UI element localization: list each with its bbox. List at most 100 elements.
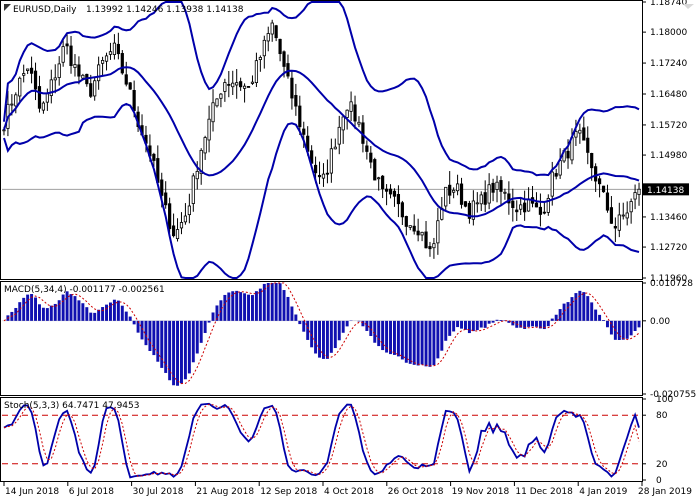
- candle-body: [542, 211, 546, 214]
- candle-body: [637, 188, 641, 195]
- candle-body: [601, 185, 606, 193]
- candle-body: [613, 225, 617, 229]
- candle-body: [219, 93, 223, 99]
- candle-body: [104, 55, 109, 62]
- candle-body: [22, 73, 26, 76]
- candle-body: [274, 25, 278, 39]
- time-tick-label: 4 Oct 2018: [324, 487, 374, 497]
- price-tick-label: 1.14980: [650, 151, 687, 161]
- candle-body: [302, 128, 306, 135]
- candle-body: [254, 60, 259, 84]
- candle-body: [558, 160, 562, 176]
- candle-body: [239, 81, 243, 88]
- time-tick-label: 4 Jan 2019: [579, 487, 627, 497]
- candle-body: [168, 203, 172, 230]
- price-tick-label: 1.18000: [650, 28, 687, 38]
- candle-body: [605, 192, 610, 211]
- candle-body: [250, 81, 255, 84]
- candle-body: [424, 231, 428, 249]
- candle-body: [519, 204, 523, 210]
- candle: [601, 185, 606, 193]
- candle-body: [483, 192, 487, 205]
- price-tick-label: 1.15720: [650, 121, 687, 131]
- candle-body: [53, 77, 57, 81]
- price-tick-label: 1.18740: [650, 0, 687, 8]
- candle-body: [345, 109, 349, 118]
- candle-body: [353, 104, 357, 122]
- candle-body: [511, 200, 515, 208]
- symbol-label: EURUSD,Daily: [13, 5, 77, 15]
- macd-tick-label: 0.00: [650, 317, 670, 327]
- candle-body: [108, 51, 113, 55]
- candle-body: [617, 214, 621, 231]
- time-tick-label: 14 Jun 2018: [5, 487, 59, 497]
- candle-body: [211, 102, 215, 123]
- candle-body: [191, 175, 195, 204]
- time-tick-label: 21 Aug 2018: [196, 487, 254, 497]
- candle-body: [227, 83, 231, 86]
- candle-body: [26, 68, 30, 71]
- candle-body: [526, 198, 531, 212]
- candle-body: [65, 43, 69, 47]
- stoch-tick-label: 20: [656, 460, 668, 470]
- chart-root[interactable]: 1.14138 1.18740 1.18000 1.17240 1.16480 1.15…: [0, 0, 700, 500]
- candle-body: [428, 246, 432, 250]
- candle-body: [369, 152, 373, 163]
- price-tick-label: 1.17240: [650, 59, 687, 69]
- candle-body: [499, 180, 503, 192]
- candle-body: [215, 98, 219, 107]
- candle-body: [365, 145, 369, 152]
- price-tick-label: 1.13460: [650, 213, 687, 223]
- candle-body: [396, 194, 401, 205]
- candle-body: [503, 191, 507, 194]
- stoch-tick-label: 0: [656, 476, 662, 486]
- candle-body: [97, 64, 101, 82]
- candle-body: [475, 202, 479, 205]
- candle-body: [381, 175, 385, 190]
- candle-body: [491, 182, 495, 193]
- candle-body: [594, 166, 598, 182]
- candle-body: [341, 116, 345, 131]
- candle-body: [116, 43, 120, 55]
- candle-body: [89, 83, 93, 97]
- candle-body: [262, 39, 266, 57]
- candle-body: [242, 85, 247, 89]
- candle: [120, 50, 124, 75]
- stoch-tick-label: 80: [656, 411, 668, 421]
- candle-body: [333, 146, 337, 150]
- candle-body: [29, 67, 34, 74]
- time-tick-label: 26 Oct 2018: [388, 487, 444, 497]
- candle-body: [384, 188, 389, 192]
- macd-tick-label: 0.010728: [650, 279, 693, 289]
- candle-body: [175, 229, 180, 240]
- candle-body: [290, 77, 294, 99]
- price-tick-label: 1.12720: [650, 243, 687, 253]
- candle: [128, 82, 132, 90]
- candle-body: [61, 46, 65, 63]
- candle-body: [124, 74, 128, 85]
- candle-body: [41, 102, 46, 111]
- candle-body: [203, 137, 207, 154]
- candle-body: [388, 188, 393, 195]
- candle-body: [298, 105, 302, 128]
- candle-body: [448, 184, 452, 196]
- candle: [373, 157, 377, 181]
- candle-body: [45, 92, 49, 103]
- candle-body: [408, 225, 412, 228]
- candle-body: [321, 173, 326, 179]
- candle-body: [258, 57, 262, 60]
- candle-body: [578, 129, 582, 134]
- candle-body: [574, 131, 578, 138]
- candle-body: [582, 127, 586, 141]
- candle-body: [33, 70, 38, 90]
- current-price-label: 1.14138: [647, 186, 684, 196]
- candle-body: [400, 202, 404, 218]
- candle-body: [487, 184, 491, 204]
- candle: [463, 201, 468, 208]
- candle-body: [495, 181, 499, 190]
- candle-body: [523, 202, 527, 213]
- candle-body: [183, 215, 188, 223]
- candle-body: [337, 126, 341, 145]
- time-tick-label: 6 Jul 2018: [69, 487, 114, 497]
- candle-body: [436, 220, 440, 244]
